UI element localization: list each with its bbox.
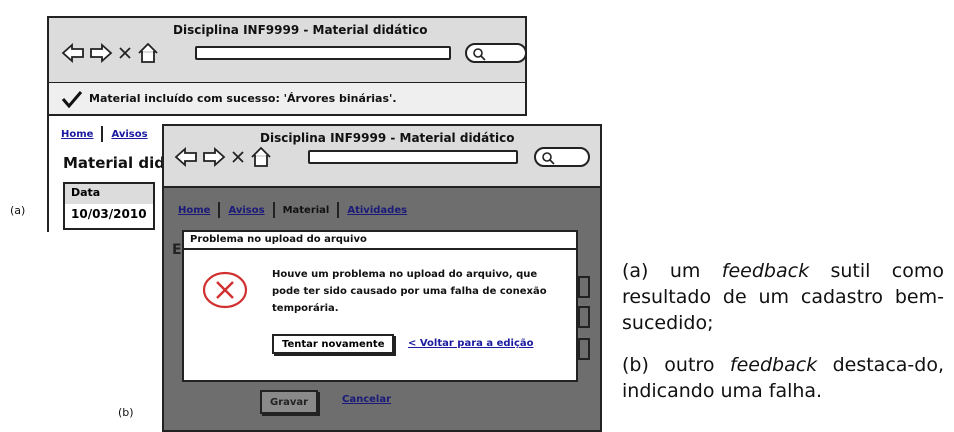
materials-table: Data 10/03/2010	[63, 182, 155, 230]
obscured-heading: E	[172, 242, 182, 258]
window-title: Disciplina INF9999 - Material didático	[173, 23, 428, 37]
browser-window-b: Disciplina INF9999 - Material didático H…	[162, 124, 602, 432]
error-icon	[202, 271, 248, 309]
search-icon	[542, 152, 555, 165]
back-arrow-icon[interactable]	[174, 147, 198, 167]
nav-link-home[interactable]: Home	[178, 205, 210, 216]
home-icon[interactable]	[137, 42, 159, 64]
nav-links-a: Home Avisos	[61, 126, 148, 142]
checkmark-icon	[61, 90, 83, 108]
page-heading: Material didá	[63, 154, 176, 172]
nav-separator	[101, 126, 104, 142]
search-box[interactable]	[465, 43, 527, 63]
nav-buttons	[61, 42, 159, 64]
nav-link-atividades[interactable]: Atividades	[347, 205, 407, 216]
obscured-field	[578, 276, 590, 298]
obscured-field	[578, 306, 590, 328]
back-to-edit-link[interactable]: < Voltar para a edição	[408, 338, 534, 349]
caption-a: (a) um feedback sutil como resultado de …	[622, 258, 944, 336]
address-bar[interactable]	[308, 150, 518, 164]
address-bar[interactable]	[195, 46, 451, 60]
nav-separator	[272, 202, 275, 218]
nav-separator	[218, 202, 221, 218]
caption-a-emphasis: feedback	[721, 260, 810, 282]
nav-link-home[interactable]: Home	[61, 129, 93, 140]
dialog-title: Problema no upload do arquivo	[184, 232, 576, 250]
cancel-link[interactable]: Cancelar	[342, 394, 391, 405]
nav-link-avisos[interactable]: Avisos	[228, 205, 264, 216]
forward-arrow-icon[interactable]	[89, 43, 113, 63]
obscured-field	[578, 338, 590, 360]
back-arrow-icon[interactable]	[61, 43, 85, 63]
success-notification: Material incluído com sucesso: 'Árvores …	[47, 82, 527, 116]
figure-caption: (a) um feedback sutil como resultado de …	[622, 258, 944, 420]
nav-buttons	[174, 146, 272, 168]
caption-b-prefix: (b) outro	[622, 354, 730, 376]
caption-b-emphasis: feedback	[729, 354, 818, 376]
success-message: Material incluído com sucesso: 'Árvores …	[89, 92, 397, 105]
table-cell-date: 10/03/2010	[71, 207, 147, 221]
search-icon	[473, 48, 486, 61]
close-icon[interactable]	[117, 45, 133, 61]
window-title: Disciplina INF9999 - Material didático	[260, 131, 515, 145]
caption-b: (b) outro feedback destaca-do, indicando…	[622, 352, 944, 404]
forward-arrow-icon[interactable]	[202, 147, 226, 167]
table-header-date: Data	[65, 184, 153, 204]
nav-separator	[337, 202, 340, 218]
nav-links-b: Home Avisos Material Atividades	[178, 202, 407, 218]
figure-label-b: (b)	[118, 406, 134, 419]
nav-current-material: Material	[282, 204, 330, 216]
browser-titlebar-b: Disciplina INF9999 - Material didático	[164, 126, 600, 188]
search-box[interactable]	[534, 147, 590, 167]
error-dialog: Problema no upload do arquivo Houve um p…	[182, 230, 578, 382]
dialog-message: Houve um problema no upload do arquivo, …	[272, 269, 547, 314]
close-icon[interactable]	[230, 149, 246, 165]
home-icon[interactable]	[250, 146, 272, 168]
save-button[interactable]: Gravar	[260, 390, 319, 414]
nav-link-avisos[interactable]: Avisos	[111, 129, 147, 140]
retry-button[interactable]: Tentar novamente	[272, 334, 395, 354]
caption-a-prefix: (a) um	[622, 260, 722, 282]
figure-label-a: (a)	[10, 204, 26, 217]
